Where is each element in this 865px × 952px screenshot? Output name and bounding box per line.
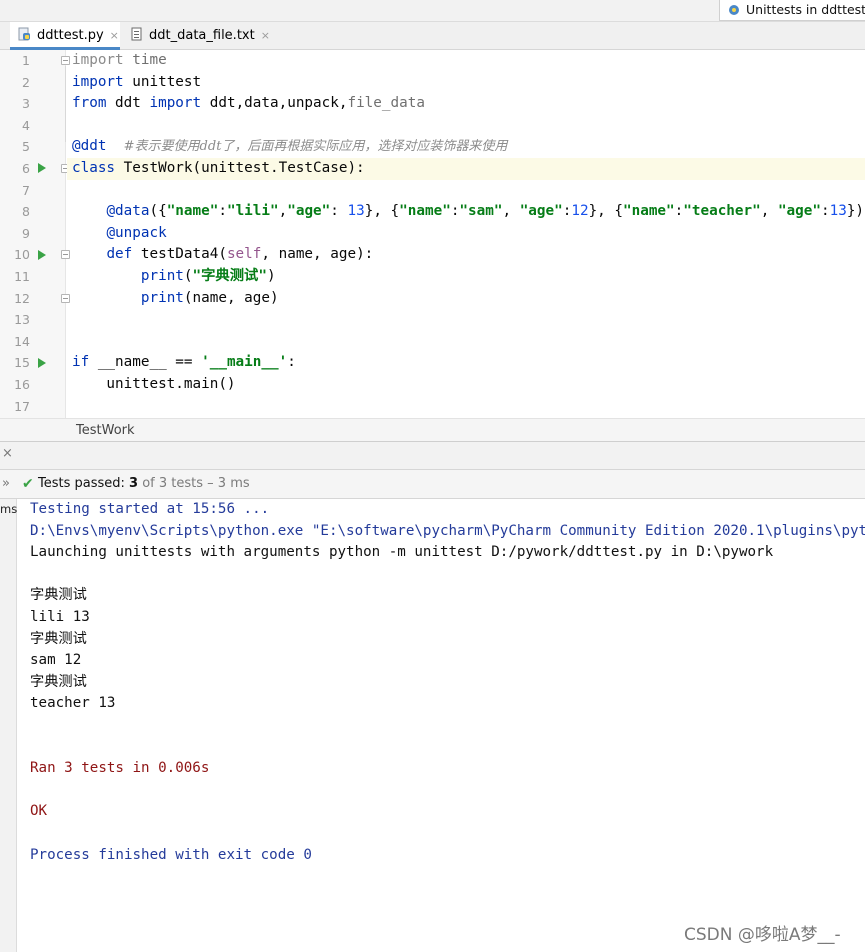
code-line: import time xyxy=(72,52,167,68)
line-number: 14 xyxy=(14,333,30,349)
close-icon[interactable]: × xyxy=(2,446,13,461)
line-number: 9 xyxy=(22,225,30,241)
code-line: def testData4(self, name, age): xyxy=(106,246,374,263)
run-tool-window-header: × xyxy=(0,442,865,470)
duration-label: ms xyxy=(0,502,18,516)
code-line: print("字典测试") xyxy=(140,268,276,284)
code-line: import unittest xyxy=(72,73,202,90)
line-number: 5 xyxy=(22,139,30,155)
fold-guide xyxy=(65,66,66,142)
test-status-text: Tests passed: 3 of 3 tests – 3 ms xyxy=(38,470,250,498)
console-line: Testing started at 15:56 ... xyxy=(30,501,270,517)
fold-icon[interactable] xyxy=(61,294,70,303)
line-number: 15 xyxy=(14,355,30,371)
console-line: sam 12 xyxy=(30,652,82,669)
python-test-icon xyxy=(729,5,739,15)
tab-label: ddttest.py xyxy=(37,28,104,43)
test-status-bar: » ✔ Tests passed: 3 of 3 tests – 3 ms xyxy=(0,470,865,499)
check-icon: ✔ xyxy=(22,476,34,492)
text-file-icon xyxy=(131,27,142,41)
console-line: 字典测试 xyxy=(30,673,87,690)
fold-icon[interactable] xyxy=(61,56,70,65)
line-number: 10 xyxy=(14,247,30,263)
status-prefix: Tests passed: xyxy=(38,476,130,491)
run-configuration-label: Unittests in ddttest.py xyxy=(746,2,865,17)
breadcrumb-item[interactable]: TestWork xyxy=(76,423,135,438)
tab-label: ddt_data_file.txt xyxy=(149,28,255,43)
console-output[interactable]: Testing started at 15:56 ... D:\Envs\myen… xyxy=(18,499,865,952)
console-line: OK xyxy=(30,803,48,820)
code-line: if __name__ == '__main__': xyxy=(72,354,296,371)
run-configuration-selector[interactable]: Unittests in ddttest.py xyxy=(719,0,865,21)
console-line: Launching unittests with arguments pytho… xyxy=(30,544,774,561)
line-number: 8 xyxy=(22,204,30,220)
run-main-icon[interactable] xyxy=(38,358,46,368)
console-line: lili 13 xyxy=(30,609,90,625)
console-line: D:\Envs\myenv\Scripts\python.exe "E:\sof… xyxy=(30,522,865,539)
fold-icon[interactable] xyxy=(61,250,70,259)
line-number: 12 xyxy=(14,290,30,306)
line-number: 17 xyxy=(14,398,30,414)
test-tree-panel[interactable]: ms xyxy=(0,499,17,952)
editor-tab-bar: ddttest.py × ddt_data_file.txt × xyxy=(0,22,865,50)
line-number: 7 xyxy=(22,182,30,198)
code-line: @ddt #表示要使用ddt了，后面再根据实际应用，选择对应装饰器来使用 xyxy=(72,138,508,155)
status-rest: of 3 tests – 3 ms xyxy=(138,476,250,491)
line-number: 3 xyxy=(22,96,30,112)
close-tab-icon[interactable]: × xyxy=(261,29,270,42)
close-tab-icon[interactable]: × xyxy=(110,29,119,42)
passed-count: 3 xyxy=(129,476,139,491)
code-line: class TestWork(unittest.TestCase): xyxy=(72,160,365,176)
line-number: 16 xyxy=(14,377,30,392)
line-number: 13 xyxy=(14,312,30,328)
run-class-icon[interactable] xyxy=(38,163,46,173)
console-line: Ran 3 tests in 0.006s xyxy=(30,760,210,777)
line-number: 2 xyxy=(22,74,30,90)
console-line: 字典测试 xyxy=(30,587,87,604)
tab-ddttest-py[interactable]: ddttest.py × xyxy=(10,22,120,50)
code-line: @unpack xyxy=(106,224,167,241)
console-line: 字典测试 xyxy=(30,630,87,647)
code-line: print(name, age) xyxy=(140,289,279,306)
console-line: Process finished with exit code 0 xyxy=(30,846,312,863)
python-file-icon xyxy=(18,27,30,41)
code-line: unittest.main() xyxy=(72,376,236,392)
code-line: @data({"name":"lili","age": 13}, {"name"… xyxy=(106,203,865,220)
run-test-icon[interactable] xyxy=(38,250,46,260)
editor-gutter: 1 2 3 4 5 6 7 8 9 10 11 12 13 14 15 16 1… xyxy=(0,50,70,418)
tab-ddt-data-file-txt[interactable]: ddt_data_file.txt × xyxy=(128,22,270,50)
console-line: teacher 13 xyxy=(30,695,116,712)
code-line: from ddt import ddt,data,unpack,file_dat… xyxy=(72,95,425,112)
line-number: 6 xyxy=(22,161,30,176)
breadcrumb[interactable]: TestWork xyxy=(0,418,865,442)
watermark: CSDN @哆啦A梦__- xyxy=(684,925,841,945)
line-number: 1 xyxy=(22,53,30,68)
top-toolbar: Unittests in ddttest.py xyxy=(0,0,865,22)
line-number: 4 xyxy=(22,117,30,133)
code-editor[interactable]: 1 2 3 4 5 6 7 8 9 10 11 12 13 14 15 16 1… xyxy=(0,50,865,418)
expand-toolbar-icon[interactable]: » xyxy=(2,470,10,498)
line-number: 11 xyxy=(14,269,30,284)
